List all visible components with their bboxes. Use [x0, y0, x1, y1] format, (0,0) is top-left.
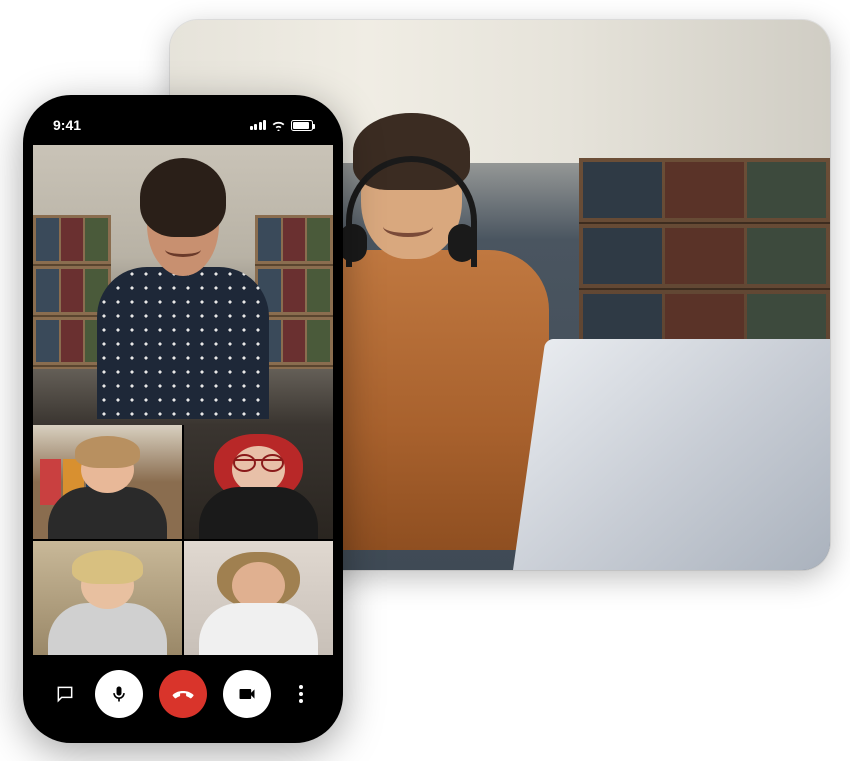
video-camera-icon [237, 684, 257, 704]
chat-icon [55, 684, 75, 704]
main-participant-tile[interactable] [33, 145, 333, 425]
microphone-icon [109, 684, 129, 704]
phone-frame: 9:41 [23, 95, 343, 743]
status-time: 9:41 [53, 117, 81, 133]
participant-tile[interactable] [33, 425, 182, 539]
participant-tile[interactable] [184, 541, 333, 655]
battery-icon [291, 120, 313, 131]
hangup-button[interactable] [159, 670, 207, 718]
participants-grid [33, 425, 333, 655]
wifi-icon [271, 120, 286, 131]
phone-screen: 9:41 [33, 105, 333, 733]
phone-hangup-icon [171, 682, 195, 706]
participant-tile[interactable] [33, 541, 182, 655]
call-controls [33, 655, 333, 733]
camera-button[interactable] [223, 670, 271, 718]
video-area [33, 145, 333, 655]
cellular-signal-icon [250, 120, 267, 130]
more-vertical-icon [299, 685, 303, 703]
more-options-button[interactable] [287, 680, 315, 708]
participant-tile[interactable] [184, 425, 333, 539]
phone-notch [119, 105, 247, 131]
mic-button[interactable] [95, 670, 143, 718]
chat-button[interactable] [51, 680, 79, 708]
